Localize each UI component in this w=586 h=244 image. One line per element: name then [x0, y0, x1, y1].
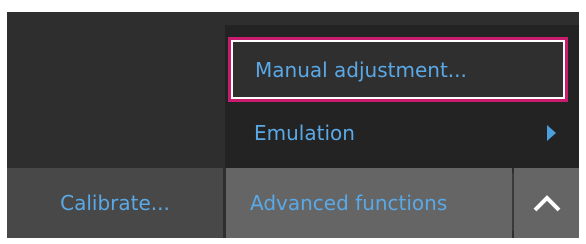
collapse-menu-button[interactable]	[514, 168, 579, 238]
advanced-functions-button[interactable]: Advanced functions	[226, 168, 512, 238]
calibrate-button-label: Calibrate...	[60, 191, 170, 215]
menu-item-manual-adjustment[interactable]: Manual adjustment...	[228, 37, 568, 102]
advanced-functions-label: Advanced functions	[250, 191, 448, 215]
calibrate-button[interactable]: Calibrate...	[7, 168, 223, 238]
menu-item-emulation[interactable]: Emulation	[228, 103, 568, 163]
menu-item-label: Emulation	[254, 121, 355, 145]
menu-item-label: Manual adjustment...	[255, 57, 467, 82]
chevron-up-icon	[532, 193, 562, 213]
chevron-right-icon	[547, 125, 556, 141]
